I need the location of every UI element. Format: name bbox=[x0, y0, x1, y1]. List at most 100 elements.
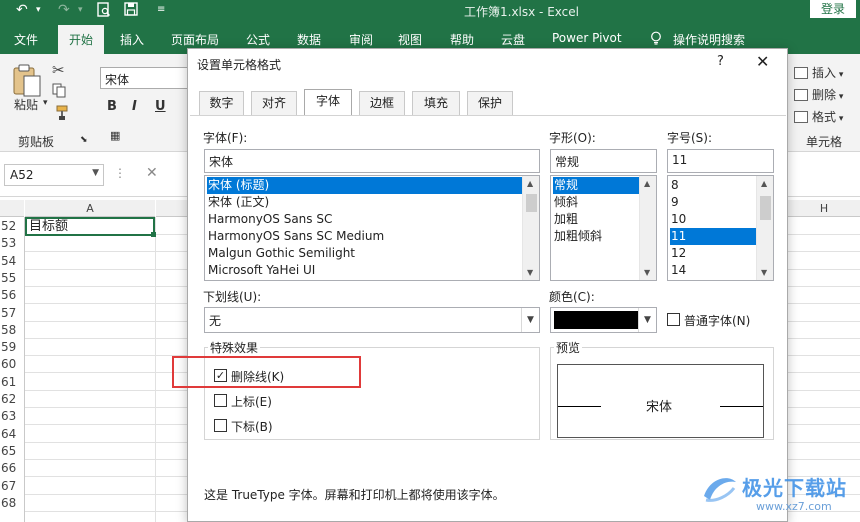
cell-a52[interactable]: 目标额 bbox=[25, 217, 155, 236]
size-list-item[interactable]: 8 bbox=[670, 177, 679, 194]
font-list-item[interactable]: 宋体 (标题) bbox=[207, 177, 522, 194]
style-list-item[interactable]: 常规 bbox=[553, 177, 639, 194]
size-list-item[interactable]: 12 bbox=[670, 245, 686, 262]
underline-button[interactable]: U bbox=[155, 99, 166, 114]
name-box[interactable]: A52 ▼ bbox=[4, 164, 104, 186]
row-header[interactable]: 62 bbox=[0, 390, 24, 408]
style-list-item[interactable]: 倾斜 bbox=[553, 194, 578, 211]
customize-toolbar-icon[interactable]: ≡ bbox=[157, 4, 165, 15]
font-list-item[interactable]: HarmonyOS Sans SC bbox=[207, 211, 332, 228]
column-header-a[interactable]: A bbox=[25, 200, 155, 217]
copy-icon[interactable] bbox=[52, 83, 67, 101]
row-header[interactable]: 65 bbox=[0, 442, 24, 460]
font-list-item[interactable]: HarmonyOS Sans SC Medium bbox=[207, 228, 384, 245]
size-list[interactable]: 8 9 10 11 12 14 ▲ ▼ bbox=[667, 175, 774, 281]
style-list-item[interactable]: 加粗 bbox=[553, 211, 578, 228]
chevron-down-icon[interactable]: ▼ bbox=[521, 308, 539, 332]
insert-cells-button[interactable]: 插入 ▾ bbox=[794, 64, 843, 81]
chevron-down-icon[interactable]: ▼ bbox=[638, 308, 656, 332]
scroll-down-icon[interactable]: ▼ bbox=[761, 268, 767, 277]
color-picker[interactable]: ▼ bbox=[550, 307, 657, 333]
font-list-scrollbar[interactable]: ▲ ▼ bbox=[522, 176, 539, 280]
paste-button[interactable]: 粘贴 bbox=[14, 96, 38, 113]
scroll-up-icon[interactable]: ▲ bbox=[527, 179, 533, 188]
row-header[interactable]: 58 bbox=[0, 321, 24, 339]
name-box-dropdown-icon[interactable]: ▼ bbox=[92, 168, 99, 178]
size-input[interactable]: 11 bbox=[667, 149, 774, 173]
superscript-checkbox[interactable] bbox=[214, 394, 227, 407]
tab-protection[interactable]: 保护 bbox=[467, 91, 513, 115]
fill-handle[interactable] bbox=[151, 232, 156, 237]
tab-insert[interactable]: 插入 bbox=[120, 31, 144, 48]
size-list-item[interactable]: 9 bbox=[670, 194, 679, 211]
tab-alignment[interactable]: 对齐 bbox=[251, 91, 297, 115]
row-header[interactable]: 55 bbox=[0, 269, 24, 287]
size-list-item[interactable]: 10 bbox=[670, 211, 686, 228]
font-list-item[interactable]: Microsoft YaHei UI bbox=[207, 262, 315, 279]
normal-font-checkbox[interactable] bbox=[667, 313, 680, 326]
style-input[interactable]: 常规 bbox=[550, 149, 657, 173]
tab-review[interactable]: 审阅 bbox=[349, 31, 373, 48]
scroll-up-icon[interactable]: ▲ bbox=[761, 179, 767, 188]
size-list-item[interactable]: 14 bbox=[670, 262, 686, 279]
tab-view[interactable]: 视图 bbox=[398, 31, 422, 48]
row-header[interactable]: 66 bbox=[0, 459, 24, 477]
tab-font[interactable]: 字体 bbox=[304, 89, 352, 116]
undo-dropdown-icon[interactable]: ▾ bbox=[36, 5, 41, 15]
tab-home[interactable]: 开始 bbox=[58, 25, 105, 54]
row-header[interactable]: 67 bbox=[0, 477, 24, 495]
row-header[interactable]: 61 bbox=[0, 373, 24, 391]
undo-icon[interactable]: ↶ bbox=[16, 2, 28, 18]
scroll-up-icon[interactable]: ▲ bbox=[644, 179, 650, 188]
font-input[interactable]: 宋体 bbox=[204, 149, 540, 173]
help-button[interactable]: ? bbox=[717, 54, 724, 69]
style-list-scrollbar[interactable]: ▲ ▼ bbox=[639, 176, 656, 280]
size-list-item[interactable]: 11 bbox=[670, 228, 756, 245]
clipboard-launcher-icon[interactable]: ⬊ bbox=[80, 135, 88, 145]
italic-button[interactable]: I bbox=[132, 99, 137, 114]
tab-border[interactable]: 边框 bbox=[359, 91, 405, 115]
close-button[interactable]: ✕ bbox=[756, 52, 769, 71]
paste-dropdown-icon[interactable]: ▾ bbox=[43, 98, 48, 108]
style-list-item[interactable]: 加粗倾斜 bbox=[553, 228, 602, 245]
redo-dropdown-icon[interactable]: ▾ bbox=[78, 5, 83, 15]
row-header[interactable]: 53 bbox=[0, 234, 24, 252]
column-header-h[interactable]: H bbox=[788, 200, 860, 217]
scroll-thumb[interactable] bbox=[760, 196, 771, 220]
border-icon[interactable]: ▦ bbox=[110, 129, 120, 142]
subscript-checkbox[interactable] bbox=[214, 419, 227, 432]
row-header[interactable]: 59 bbox=[0, 338, 24, 356]
tab-power-pivot[interactable]: Power Pivot bbox=[552, 31, 622, 45]
scroll-down-icon[interactable]: ▼ bbox=[527, 268, 533, 277]
font-name-box[interactable]: 宋体 bbox=[100, 67, 190, 89]
row-header[interactable]: 60 bbox=[0, 355, 24, 373]
tab-number[interactable]: 数字 bbox=[199, 91, 244, 115]
font-list[interactable]: 宋体 (标题) 宋体 (正文) HarmonyOS Sans SC Harmon… bbox=[204, 175, 540, 281]
format-cells-button[interactable]: 格式 ▾ bbox=[794, 108, 843, 125]
tab-file[interactable]: 文件 bbox=[14, 31, 38, 48]
font-list-item[interactable]: Malgun Gothic Semilight bbox=[207, 245, 355, 262]
row-header[interactable]: 57 bbox=[0, 304, 24, 322]
tab-fill[interactable]: 填充 bbox=[412, 91, 460, 115]
login-button[interactable]: 登录 bbox=[810, 0, 856, 18]
row-header[interactable]: 52 bbox=[0, 217, 24, 235]
underline-select[interactable]: 无 ▼ bbox=[204, 307, 540, 333]
row-header[interactable]: 56 bbox=[0, 286, 24, 304]
size-list-scrollbar[interactable]: ▲ ▼ bbox=[756, 176, 773, 280]
row-header[interactable]: 64 bbox=[0, 425, 24, 443]
print-preview-icon[interactable] bbox=[97, 2, 111, 21]
tab-page-layout[interactable]: 页面布局 bbox=[171, 31, 219, 48]
scroll-thumb[interactable] bbox=[526, 194, 537, 212]
row-header[interactable]: 63 bbox=[0, 407, 24, 425]
tab-cloud[interactable]: 云盘 bbox=[501, 31, 525, 48]
column-header-b[interactable] bbox=[156, 200, 188, 217]
delete-cells-button[interactable]: 删除 ▾ bbox=[794, 86, 843, 103]
format-painter-icon[interactable] bbox=[52, 105, 68, 124]
lightbulb-icon[interactable] bbox=[650, 31, 662, 48]
select-all-corner[interactable] bbox=[0, 200, 24, 217]
font-list-item[interactable]: 宋体 (正文) bbox=[207, 194, 269, 211]
style-list[interactable]: 常规 倾斜 加粗 加粗倾斜 ▲ ▼ bbox=[550, 175, 657, 281]
row-header[interactable]: 68 bbox=[0, 494, 24, 512]
save-icon[interactable] bbox=[124, 2, 138, 20]
redo-icon[interactable]: ↷ bbox=[58, 2, 70, 18]
